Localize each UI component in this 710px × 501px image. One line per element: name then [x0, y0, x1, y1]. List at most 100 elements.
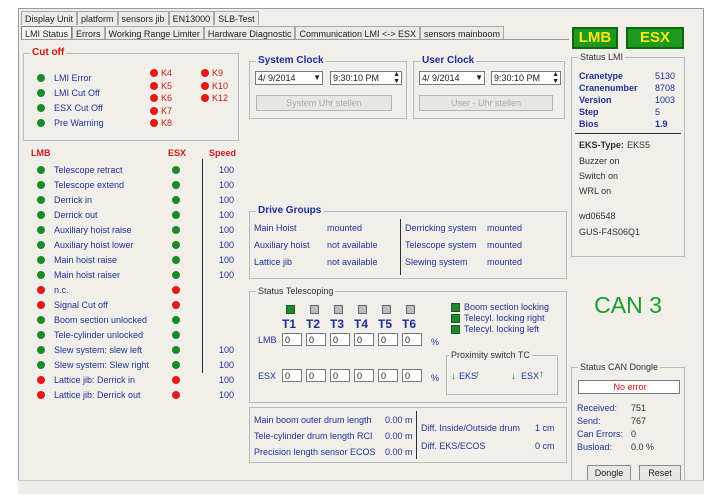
lmb-section-field[interactable]: 0 [354, 333, 374, 346]
system-time-spinner[interactable]: 9:30:10 PM ▲ ▼ [330, 71, 402, 85]
speed-divider [202, 159, 203, 373]
speed-column-header: Speed [209, 148, 237, 158]
drive-group-value: mounted [327, 223, 363, 233]
sub-tab[interactable]: Errors [72, 26, 105, 40]
section-label: T3 [330, 317, 345, 331]
esx-indicator [172, 196, 180, 204]
system-date-value: 4/ 9/2014 [258, 73, 296, 83]
lmi-id: GUS-F4S06Q1 [579, 227, 641, 237]
lmi-value: 8708 [655, 83, 676, 93]
lmb-indicator [37, 166, 45, 174]
function-label: Lattice jib: Derrick in [54, 375, 136, 385]
function-label: Signal Cut off [54, 300, 108, 310]
eks-type-value: EKS5 [627, 140, 651, 150]
lmb-indicator [37, 286, 45, 294]
user-clock-set-button[interactable]: User - Uhr stellen [419, 95, 553, 111]
lmi-flag: Switch on [579, 171, 619, 181]
sub-tab[interactable]: Hardware Diagnostic [203, 26, 296, 40]
proximity-esx-label: ESX [521, 371, 540, 381]
esx-section-field[interactable]: 0 [330, 369, 350, 382]
esx-section-field[interactable]: 0 [282, 369, 302, 382]
percent-label: % [431, 373, 440, 383]
arrow-up-icon: ↑ [539, 369, 544, 380]
can-stat-key: Send: [577, 416, 601, 426]
top-tab[interactable]: EN13000 [168, 11, 215, 25]
system-clock-set-button[interactable]: System Uhr stellen [256, 95, 392, 111]
function-label: Main hoist raiser [54, 270, 121, 280]
drive-group-name: Telescope system [405, 240, 477, 250]
esx-indicator [172, 346, 180, 354]
relay-label: K9 [212, 68, 224, 78]
section-label: T4 [354, 317, 369, 331]
sub-tab[interactable]: Communication LMI <-> ESX [295, 26, 421, 40]
top-tab-bar: Display Unit platform sensors jib EN13000 SL… [21, 11, 259, 25]
esx-indicator [172, 391, 180, 399]
lmi-value: 5 [655, 107, 661, 117]
esx-section-field[interactable]: 0 [354, 369, 374, 382]
can-stat-value: 0 [631, 429, 637, 439]
top-tab[interactable]: SLB-Test [214, 11, 259, 25]
lmb-section-field[interactable]: 0 [282, 333, 302, 346]
can-stat-key: Received: [577, 403, 618, 413]
sub-tab[interactable]: sensors mainboom [420, 26, 505, 40]
locking-indicator [451, 303, 460, 312]
esx-indicator [172, 301, 180, 309]
top-tab[interactable]: Display Unit [21, 11, 78, 25]
esx-indicator [172, 361, 180, 369]
lmb-section-field[interactable]: 0 [378, 333, 398, 346]
lmb-section-field[interactable]: 0 [330, 333, 350, 346]
measurements-divider [416, 411, 417, 459]
user-time-spinner[interactable]: 9:30:10 PM ▲ ▼ [491, 71, 561, 85]
function-label: Slew system: Slew right [54, 360, 150, 370]
lmb-indicator [37, 241, 45, 249]
lmi-flag: WRL on [579, 186, 612, 196]
system-date-picker[interactable]: 4/ 9/2014 ▼ [255, 71, 323, 85]
drive-groups-title: Drive Groups [256, 205, 324, 217]
lmi-value: 1.9 [655, 119, 668, 129]
lmb-indicator [37, 376, 45, 384]
drive-group-name: Main Hoist [254, 223, 297, 233]
lmb-badge-label: LMB [578, 29, 612, 46]
sub-tab[interactable]: LMI Status [21, 26, 73, 40]
relay-indicator [201, 81, 209, 90]
esx-indicator [172, 376, 180, 384]
lmb-indicator [37, 256, 45, 264]
lmb-indicator [37, 181, 45, 189]
esx-indicator [172, 331, 180, 339]
lmb-section-field[interactable]: 0 [402, 333, 422, 346]
section-label: T6 [402, 317, 417, 331]
reset-button[interactable]: Reset [639, 465, 681, 481]
esx-indicator [172, 166, 180, 174]
speed-value: 100 [219, 270, 235, 280]
relay-label: K8 [161, 118, 173, 128]
lmb-section-field[interactable]: 0 [306, 333, 326, 346]
lmb-indicator [37, 211, 45, 219]
locking-label: Boom section locking [464, 302, 550, 312]
lmi-divider [575, 133, 681, 134]
section-label: T2 [306, 317, 321, 331]
eks-type-label: EKS-Type: [579, 140, 624, 150]
esx-section-field[interactable]: 0 [378, 369, 398, 382]
sub-tab[interactable]: Working Range Limiter [104, 26, 204, 40]
esx-section-field[interactable]: 0 [306, 369, 326, 382]
relay-label: K4 [161, 68, 173, 78]
lmb-indicator [37, 271, 45, 279]
top-tab[interactable]: platform [77, 11, 118, 25]
status-indicator [37, 104, 45, 112]
cutoff-item-label: LMI Error [54, 73, 92, 83]
drive-group-value: mounted [487, 240, 523, 250]
esx-badge-label: ESX [639, 29, 670, 46]
esx-indicator [172, 211, 180, 219]
top-tab[interactable]: sensors jib [117, 11, 169, 25]
cutoff-item-label: Pre Warning [54, 118, 104, 128]
can-stat-value: 751 [631, 403, 647, 413]
relay-indicator [201, 94, 209, 102]
section-indicator [358, 305, 367, 314]
dropdown-arrow-icon: ▼ [313, 73, 321, 82]
lmb-column-header: LMB [31, 148, 51, 158]
user-date-picker[interactable]: 4/ 9/2014 ▼ [419, 71, 485, 85]
cutoff-title: Cut off [30, 47, 67, 59]
dongle-button[interactable]: Dongle [587, 465, 631, 481]
esx-section-field[interactable]: 0 [402, 369, 422, 382]
drive-group-name: Slewing system [405, 257, 468, 267]
